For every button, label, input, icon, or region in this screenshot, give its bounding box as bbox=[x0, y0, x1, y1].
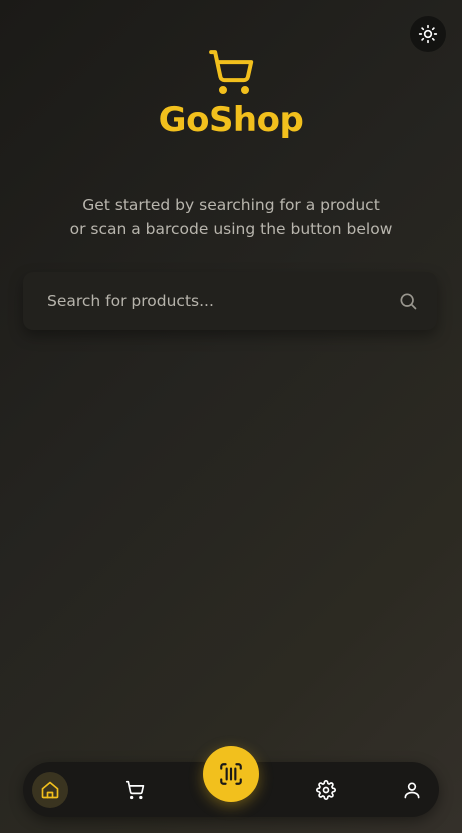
cart-logo-icon bbox=[209, 50, 254, 94]
theme-toggle-button[interactable] bbox=[410, 16, 446, 52]
sun-icon bbox=[418, 24, 438, 44]
brand-header: GoShop bbox=[0, 48, 462, 140]
user-icon bbox=[404, 782, 420, 798]
nav-profile-button[interactable] bbox=[394, 772, 430, 808]
nav-settings-button[interactable] bbox=[308, 772, 344, 808]
home-icon bbox=[41, 781, 59, 798]
scan-barcode-button[interactable] bbox=[203, 746, 259, 802]
app-title: GoShop bbox=[158, 100, 304, 140]
intro-line-1: Get started by searching for a product bbox=[82, 196, 380, 214]
cart-icon bbox=[125, 780, 145, 799]
nav-cart-button[interactable] bbox=[117, 772, 153, 808]
search-icon bbox=[400, 293, 417, 310]
search-bar bbox=[23, 272, 437, 330]
intro-line-2: or scan a barcode using the button below bbox=[69, 220, 393, 238]
search-input[interactable] bbox=[47, 292, 397, 310]
gear-icon bbox=[316, 779, 336, 800]
search-button[interactable] bbox=[397, 290, 419, 312]
barcode-scan-icon bbox=[220, 763, 242, 785]
intro-text: Get started by searching for a product o… bbox=[0, 193, 462, 241]
nav-home-button[interactable] bbox=[32, 771, 68, 808]
